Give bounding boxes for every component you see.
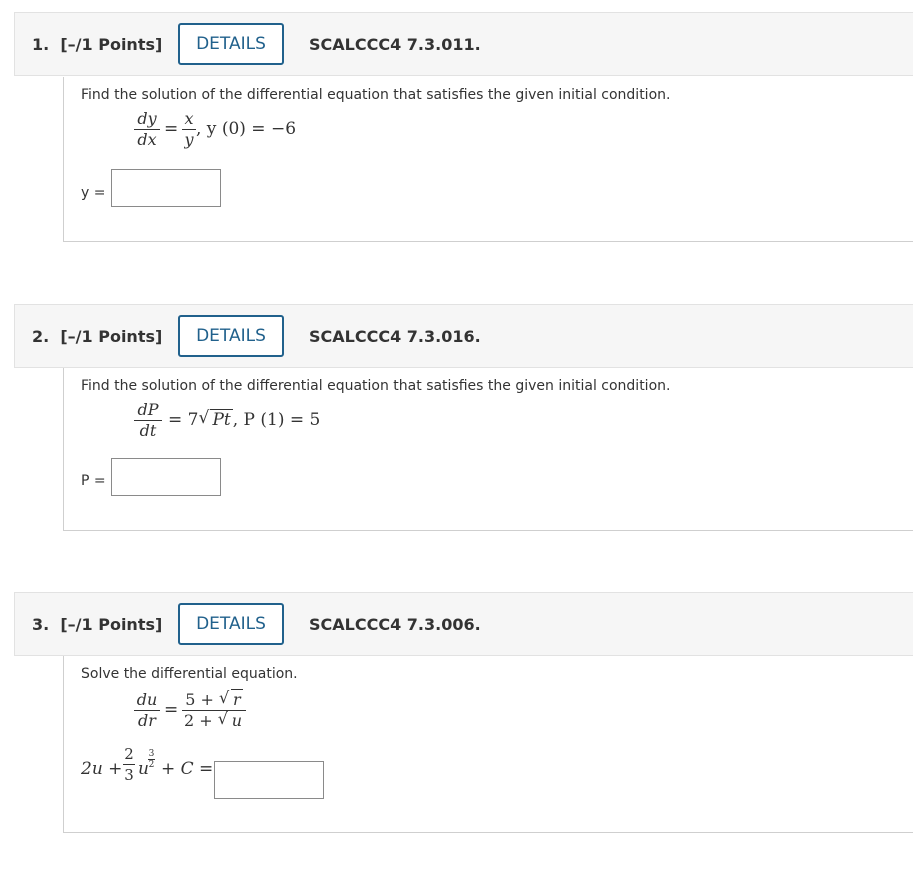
question-2-body: Find the solution of the differential eq… — [63, 368, 913, 531]
question-2-answer-label: P = — [81, 473, 106, 489]
question-2-number: 2. [–/1 Points] — [32, 327, 163, 346]
question-1-details-button[interactable]: DETAILS — [178, 23, 284, 65]
question-2-header: 2. [–/1 Points] DETAILS SCALCCC4 7.3.016… — [14, 304, 913, 368]
question-1-equation: dy dx = x y , y (0) = −6 — [134, 109, 334, 159]
question-1-code: SCALCCC4 7.3.011. — [309, 35, 481, 54]
question-1-answer-input[interactable] — [111, 169, 221, 207]
question-3-code: SCALCCC4 7.3.006. — [309, 615, 481, 634]
question-1-number: 1. [–/1 Points] — [32, 35, 163, 54]
question-3-details-button[interactable]: DETAILS — [178, 603, 284, 645]
question-1-body: Find the solution of the differential eq… — [63, 77, 913, 242]
question-3-answer-prefix: 2u + 2 3 u 3 2 + C = — [81, 745, 214, 784]
question-2-code: SCALCCC4 7.3.016. — [309, 327, 481, 346]
question-3-equation: du dr = 5 + √ r 2 + √ u — [134, 688, 334, 740]
question-1-answer-label: y = — [81, 185, 106, 201]
question-2-equation: dP dt = 7 √ Pt, P (1) = 5 — [134, 400, 394, 450]
question-2-prompt: Find the solution of the differential eq… — [81, 378, 671, 394]
question-2-details-button[interactable]: DETAILS — [178, 315, 284, 357]
question-3-prompt: Solve the differential equation. — [81, 666, 298, 682]
question-2-answer-input[interactable] — [111, 458, 221, 496]
question-3-body: Solve the differential equation. du dr =… — [63, 656, 913, 833]
question-1-prompt: Find the solution of the differential eq… — [81, 87, 671, 103]
question-3-header: 3. [–/1 Points] DETAILS SCALCCC4 7.3.006… — [14, 592, 913, 656]
question-1-header: 1. [–/1 Points] DETAILS SCALCCC4 7.3.011… — [14, 12, 913, 76]
question-3-answer-input[interactable] — [214, 761, 324, 799]
question-3-number: 3. [–/1 Points] — [32, 615, 163, 634]
